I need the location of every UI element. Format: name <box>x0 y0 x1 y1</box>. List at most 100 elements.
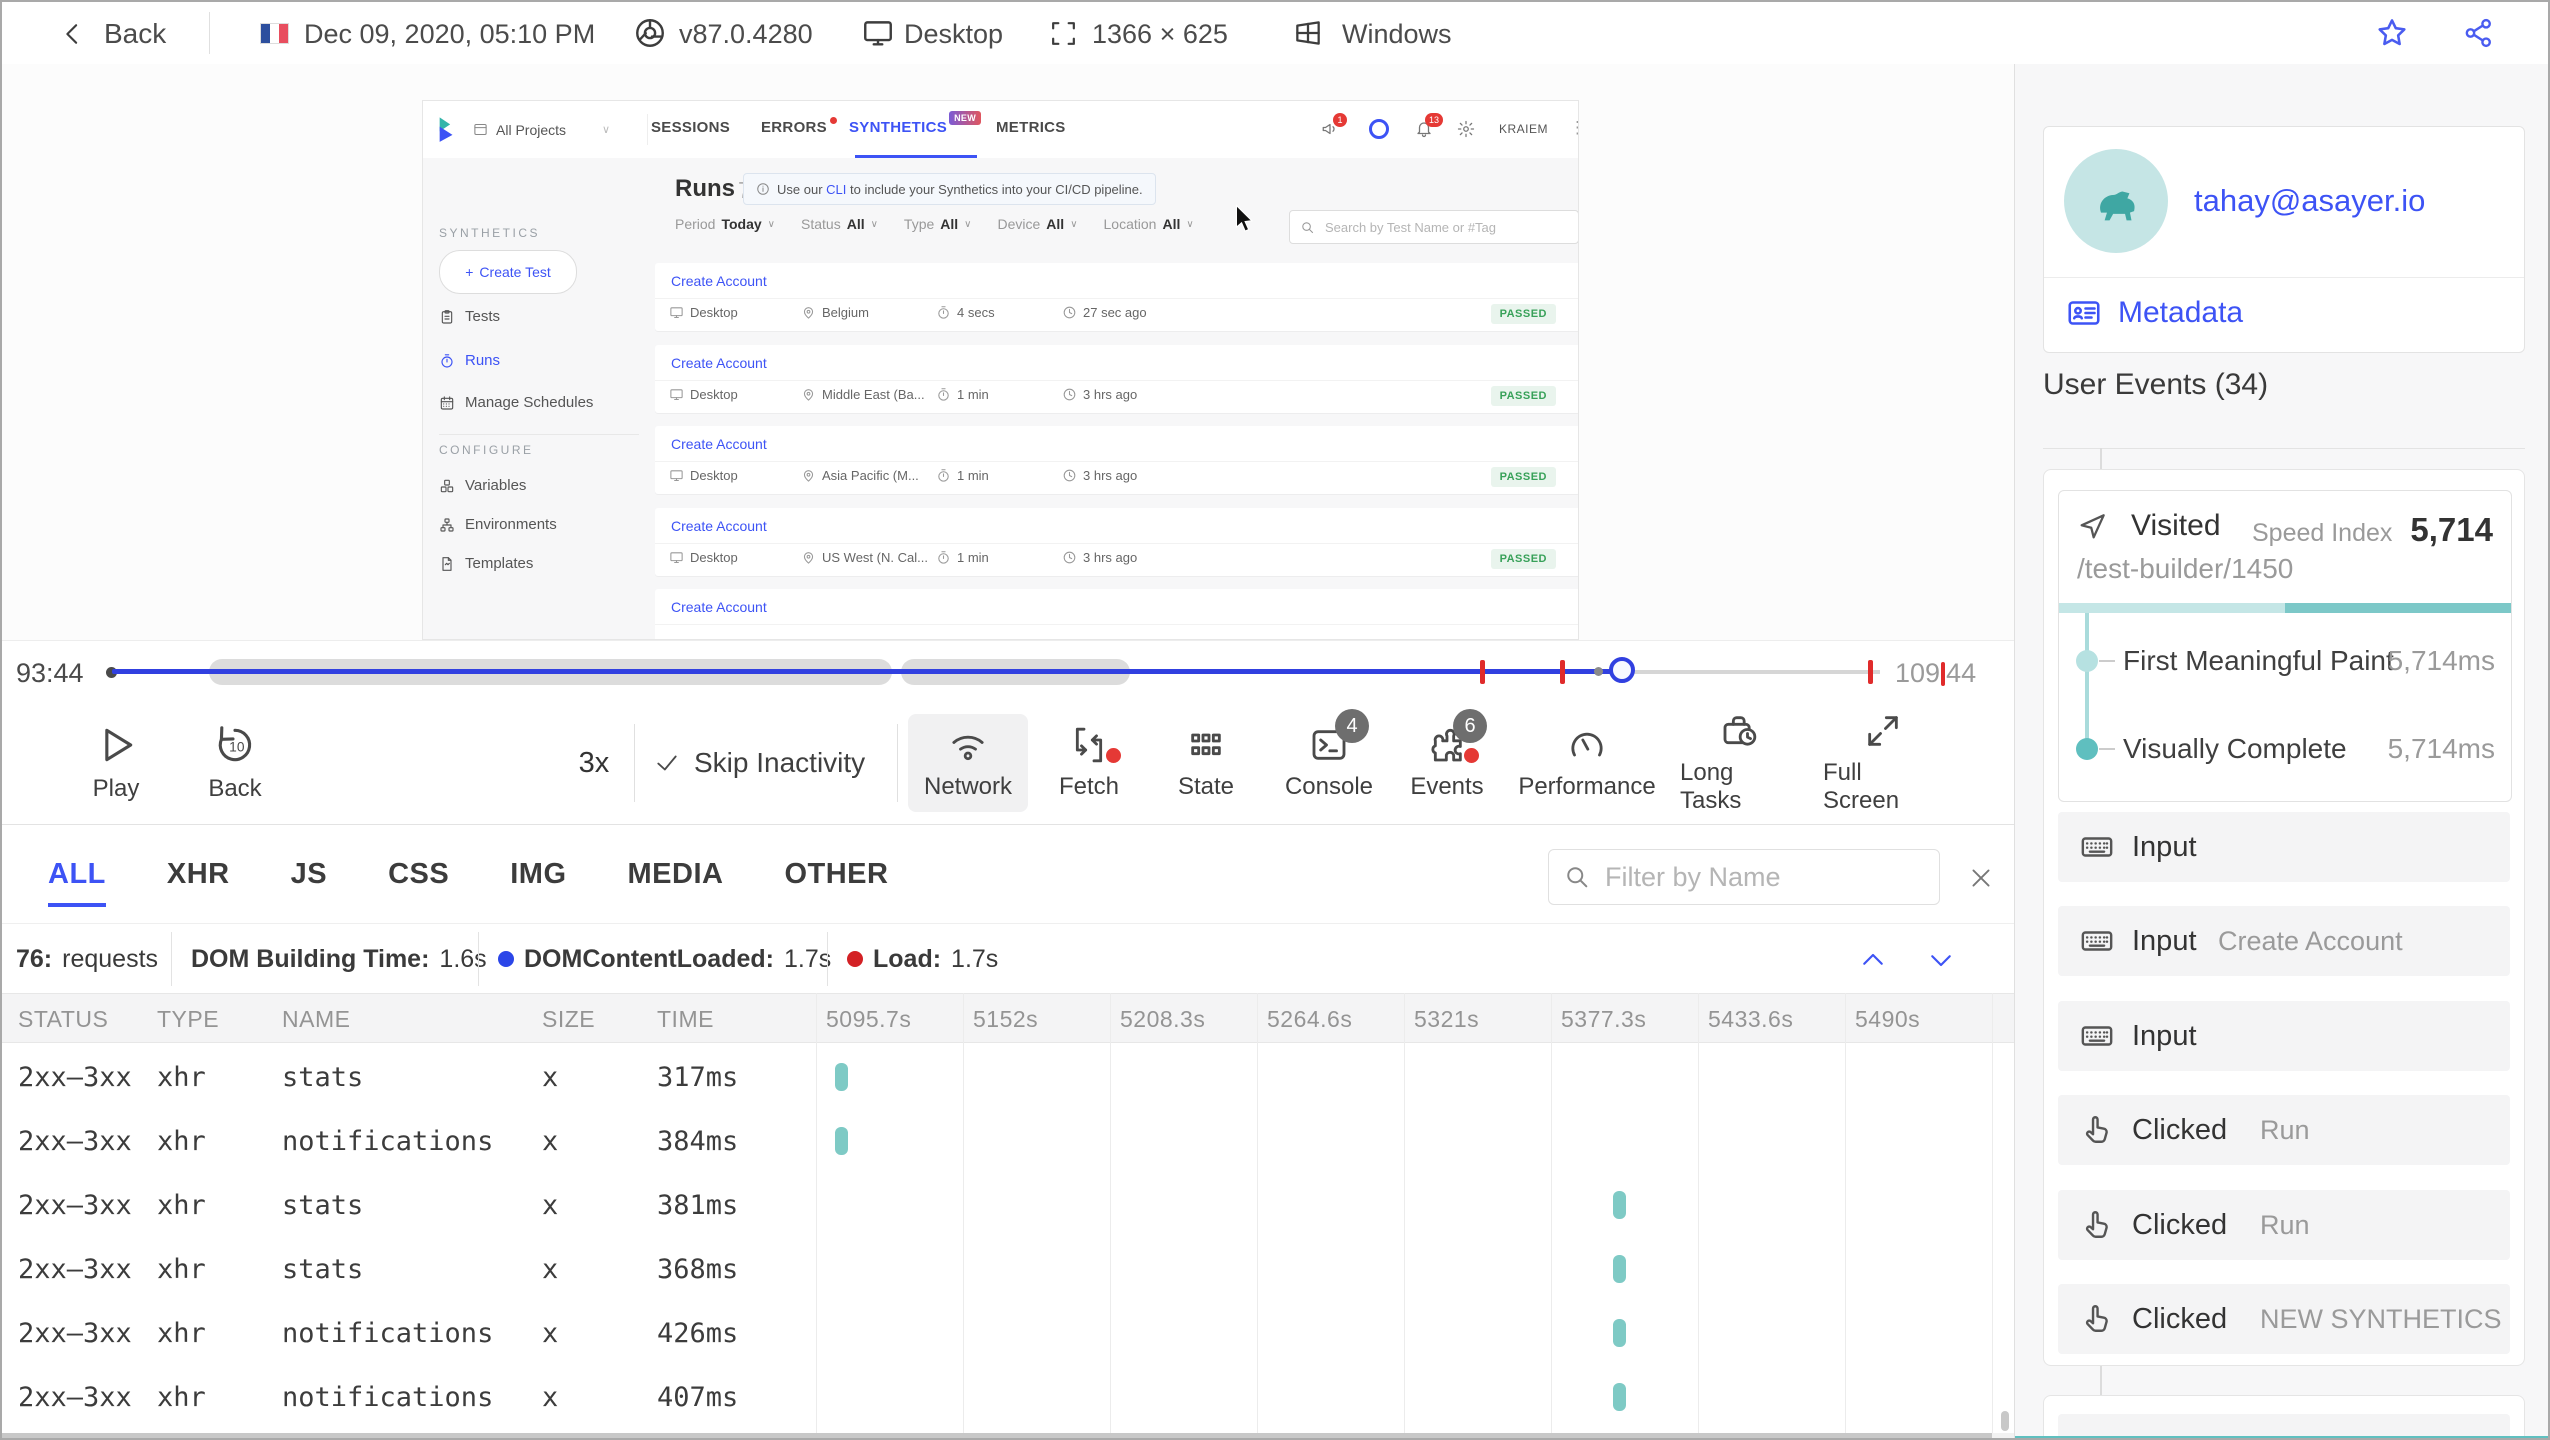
fetch-button[interactable]: Fetch <box>1029 714 1149 812</box>
input-event[interactable]: Input <box>2058 812 2510 882</box>
user-card: tahay@asayer.io Metadata <box>2043 126 2525 353</box>
user-email[interactable]: tahay@asayer.io <box>2194 183 2425 219</box>
run-duration: 1 min <box>936 387 989 402</box>
event-value: Run <box>2260 1115 2310 1145</box>
run-ago: 3 hrs ago <box>1062 550 1137 565</box>
gear-icon[interactable] <box>1457 120 1475 138</box>
run-card[interactable]: Create Account Desktop Middle East (Ba... 1… <box>655 345 1578 413</box>
network-button[interactable]: Network <box>908 714 1028 812</box>
sidebar-item-manage-schedules[interactable]: Manage Schedules <box>439 394 593 411</box>
run-ago: 3 hrs ago <box>1062 387 1137 402</box>
long-tasks-button[interactable]: Long Tasks <box>1680 714 1800 814</box>
bell-icon[interactable]: 13 <box>1415 113 1443 138</box>
net-tab-img[interactable]: IMG <box>510 858 566 891</box>
run-card[interactable]: Create Account Desktop Belgium 4 secs 27 sec… <box>655 263 1578 331</box>
state-button[interactable]: State <box>1146 714 1266 812</box>
clicked-event[interactable]: Clicked Run <box>2058 1095 2510 1165</box>
project-selector[interactable]: All Projects ∨ <box>473 114 648 145</box>
sidebar-item-environments[interactable]: Environments <box>439 516 557 533</box>
app-tab-sessions[interactable]: SESSIONS <box>651 119 730 136</box>
net-tab-xhr[interactable]: XHR <box>167 858 230 891</box>
run-name[interactable]: Create Account <box>671 436 767 452</box>
jump-down-icon[interactable] <box>1926 945 1956 975</box>
sidebar-item-runs[interactable]: Runs <box>439 352 500 369</box>
sidebar-section-configure: CONFIGURE <box>439 443 534 457</box>
pointer-icon <box>2080 1208 2114 1242</box>
speed-toggle[interactable]: 3x <box>562 702 626 824</box>
run-device: Desktop <box>669 387 738 402</box>
request-row[interactable]: 2xx–3xx xhr stats x 368ms <box>2 1237 2014 1301</box>
time-tick: 5490s <box>1855 1006 1921 1032</box>
input-event[interactable]: Input <box>2058 1001 2510 1071</box>
play-button[interactable]: Play <box>56 714 176 812</box>
metadata-button[interactable]: Metadata <box>2066 295 2243 331</box>
app-tab-errors[interactable]: ERRORS <box>761 117 837 136</box>
playhead[interactable] <box>1608 657 1635 683</box>
skip-inactivity-toggle[interactable]: Skip Inactivity <box>654 702 865 824</box>
avatar <box>2064 149 2168 253</box>
create-test-button[interactable]: + Create Test <box>439 250 577 294</box>
filter-box[interactable] <box>1548 849 1961 905</box>
events-button[interactable]: 6 Events <box>1387 709 1507 812</box>
sidebar-item-templates[interactable]: Templates <box>439 555 533 572</box>
france-flag-icon <box>260 23 289 44</box>
net-tab-other[interactable]: OTHER <box>784 858 888 891</box>
share-icon[interactable] <box>2462 16 2496 50</box>
run-name[interactable]: Create Account <box>671 273 767 289</box>
session-date: Dec 09, 2020, 05:10 PM <box>304 19 596 49</box>
app-tab-metrics[interactable]: METRICS <box>996 119 1066 136</box>
net-tab-css[interactable]: CSS <box>388 858 449 891</box>
net-tab-all[interactable]: ALL <box>48 858 106 907</box>
error-marker[interactable] <box>1559 660 1565 684</box>
sidebar-item-variables[interactable]: Variables <box>439 477 526 494</box>
error-marker[interactable] <box>1867 660 1873 684</box>
clicked-event[interactable]: Clicked NEW SYNTHETICS <box>2058 1284 2510 1354</box>
visited-event-group: Visited Speed Index 5,714 /test-builder/… <box>2043 469 2525 1366</box>
req-size: x <box>542 1062 559 1093</box>
run-card[interactable]: Create Account <box>655 589 1578 639</box>
error-marker[interactable] <box>1480 660 1486 684</box>
favorite-star-icon[interactable] <box>2374 15 2410 51</box>
event-value: Create Account <box>2218 926 2403 956</box>
run-name[interactable]: Create Account <box>671 599 767 615</box>
visited-card[interactable]: Visited Speed Index 5,714 /test-builder/… <box>2058 490 2512 802</box>
performance-button[interactable]: Performance <box>1518 714 1656 812</box>
run-location: Belgium <box>801 305 869 320</box>
replay-stage: All Projects ∨ SESSIONS ERRORS SYNTHETICS N… <box>2 64 2014 640</box>
filter-input[interactable] <box>1603 860 1961 894</box>
back-button[interactable]: Back <box>58 18 166 50</box>
column-name: NAME <box>282 1006 351 1032</box>
next-event-group <box>2043 1395 2525 1436</box>
svg-text:10: 10 <box>229 739 245 754</box>
event-type: Input <box>2132 1020 2197 1052</box>
clicked-event[interactable]: Clicked Run <box>2058 1190 2510 1260</box>
timeline-track[interactable] <box>112 641 1880 703</box>
request-row[interactable]: 2xx–3xx xhr notifications x 407ms <box>2 1365 2014 1429</box>
kebab-menu-icon[interactable]: ⋮ <box>1569 118 1578 138</box>
app-tab-synthetics[interactable]: SYNTHETICS NEW <box>849 111 982 136</box>
run-name[interactable]: Create Account <box>671 518 767 534</box>
back-10-button[interactable]: 10 Back <box>175 714 295 812</box>
console-button[interactable]: 4 Console <box>1269 709 1389 812</box>
close-panel-icon[interactable] <box>1968 865 1994 891</box>
full-screen-button[interactable]: Full Screen <box>1823 714 1943 814</box>
new-badge: NEW <box>949 111 982 125</box>
jump-up-icon[interactable] <box>1858 945 1888 975</box>
net-tab-media[interactable]: MEDIA <box>628 858 724 891</box>
run-name[interactable]: Create Account <box>671 355 767 371</box>
request-row[interactable]: 2xx–3xx xhr notifications x 384ms <box>2 1109 2014 1173</box>
request-row[interactable]: 2xx–3xx xhr stats x 317ms <box>2 1045 2014 1109</box>
net-tab-js[interactable]: JS <box>291 858 327 891</box>
input-event[interactable]: Input Create Account <box>2058 906 2510 976</box>
horizontal-scrollbar[interactable] <box>2 1433 2014 1438</box>
request-row[interactable]: 2xx–3xx xhr notifications x 426ms <box>2 1301 2014 1365</box>
user-menu[interactable]: KRAIEM <box>1499 122 1548 136</box>
vertical-scrollbar[interactable] <box>2001 1411 2009 1431</box>
request-row[interactable]: 2xx–3xx xhr stats x 381ms <box>2 1173 2014 1237</box>
run-device: Desktop <box>669 305 738 320</box>
sidebar-item-tests[interactable]: Tests <box>439 308 500 325</box>
run-card[interactable]: Create Account Desktop Asia Pacific (M... 1… <box>655 426 1578 494</box>
run-card[interactable]: Create Account Desktop US West (N. Cal... 1… <box>655 508 1578 576</box>
end-time: 109 44 <box>1895 658 1977 688</box>
announcements-icon[interactable]: 1 <box>1321 113 1347 138</box>
